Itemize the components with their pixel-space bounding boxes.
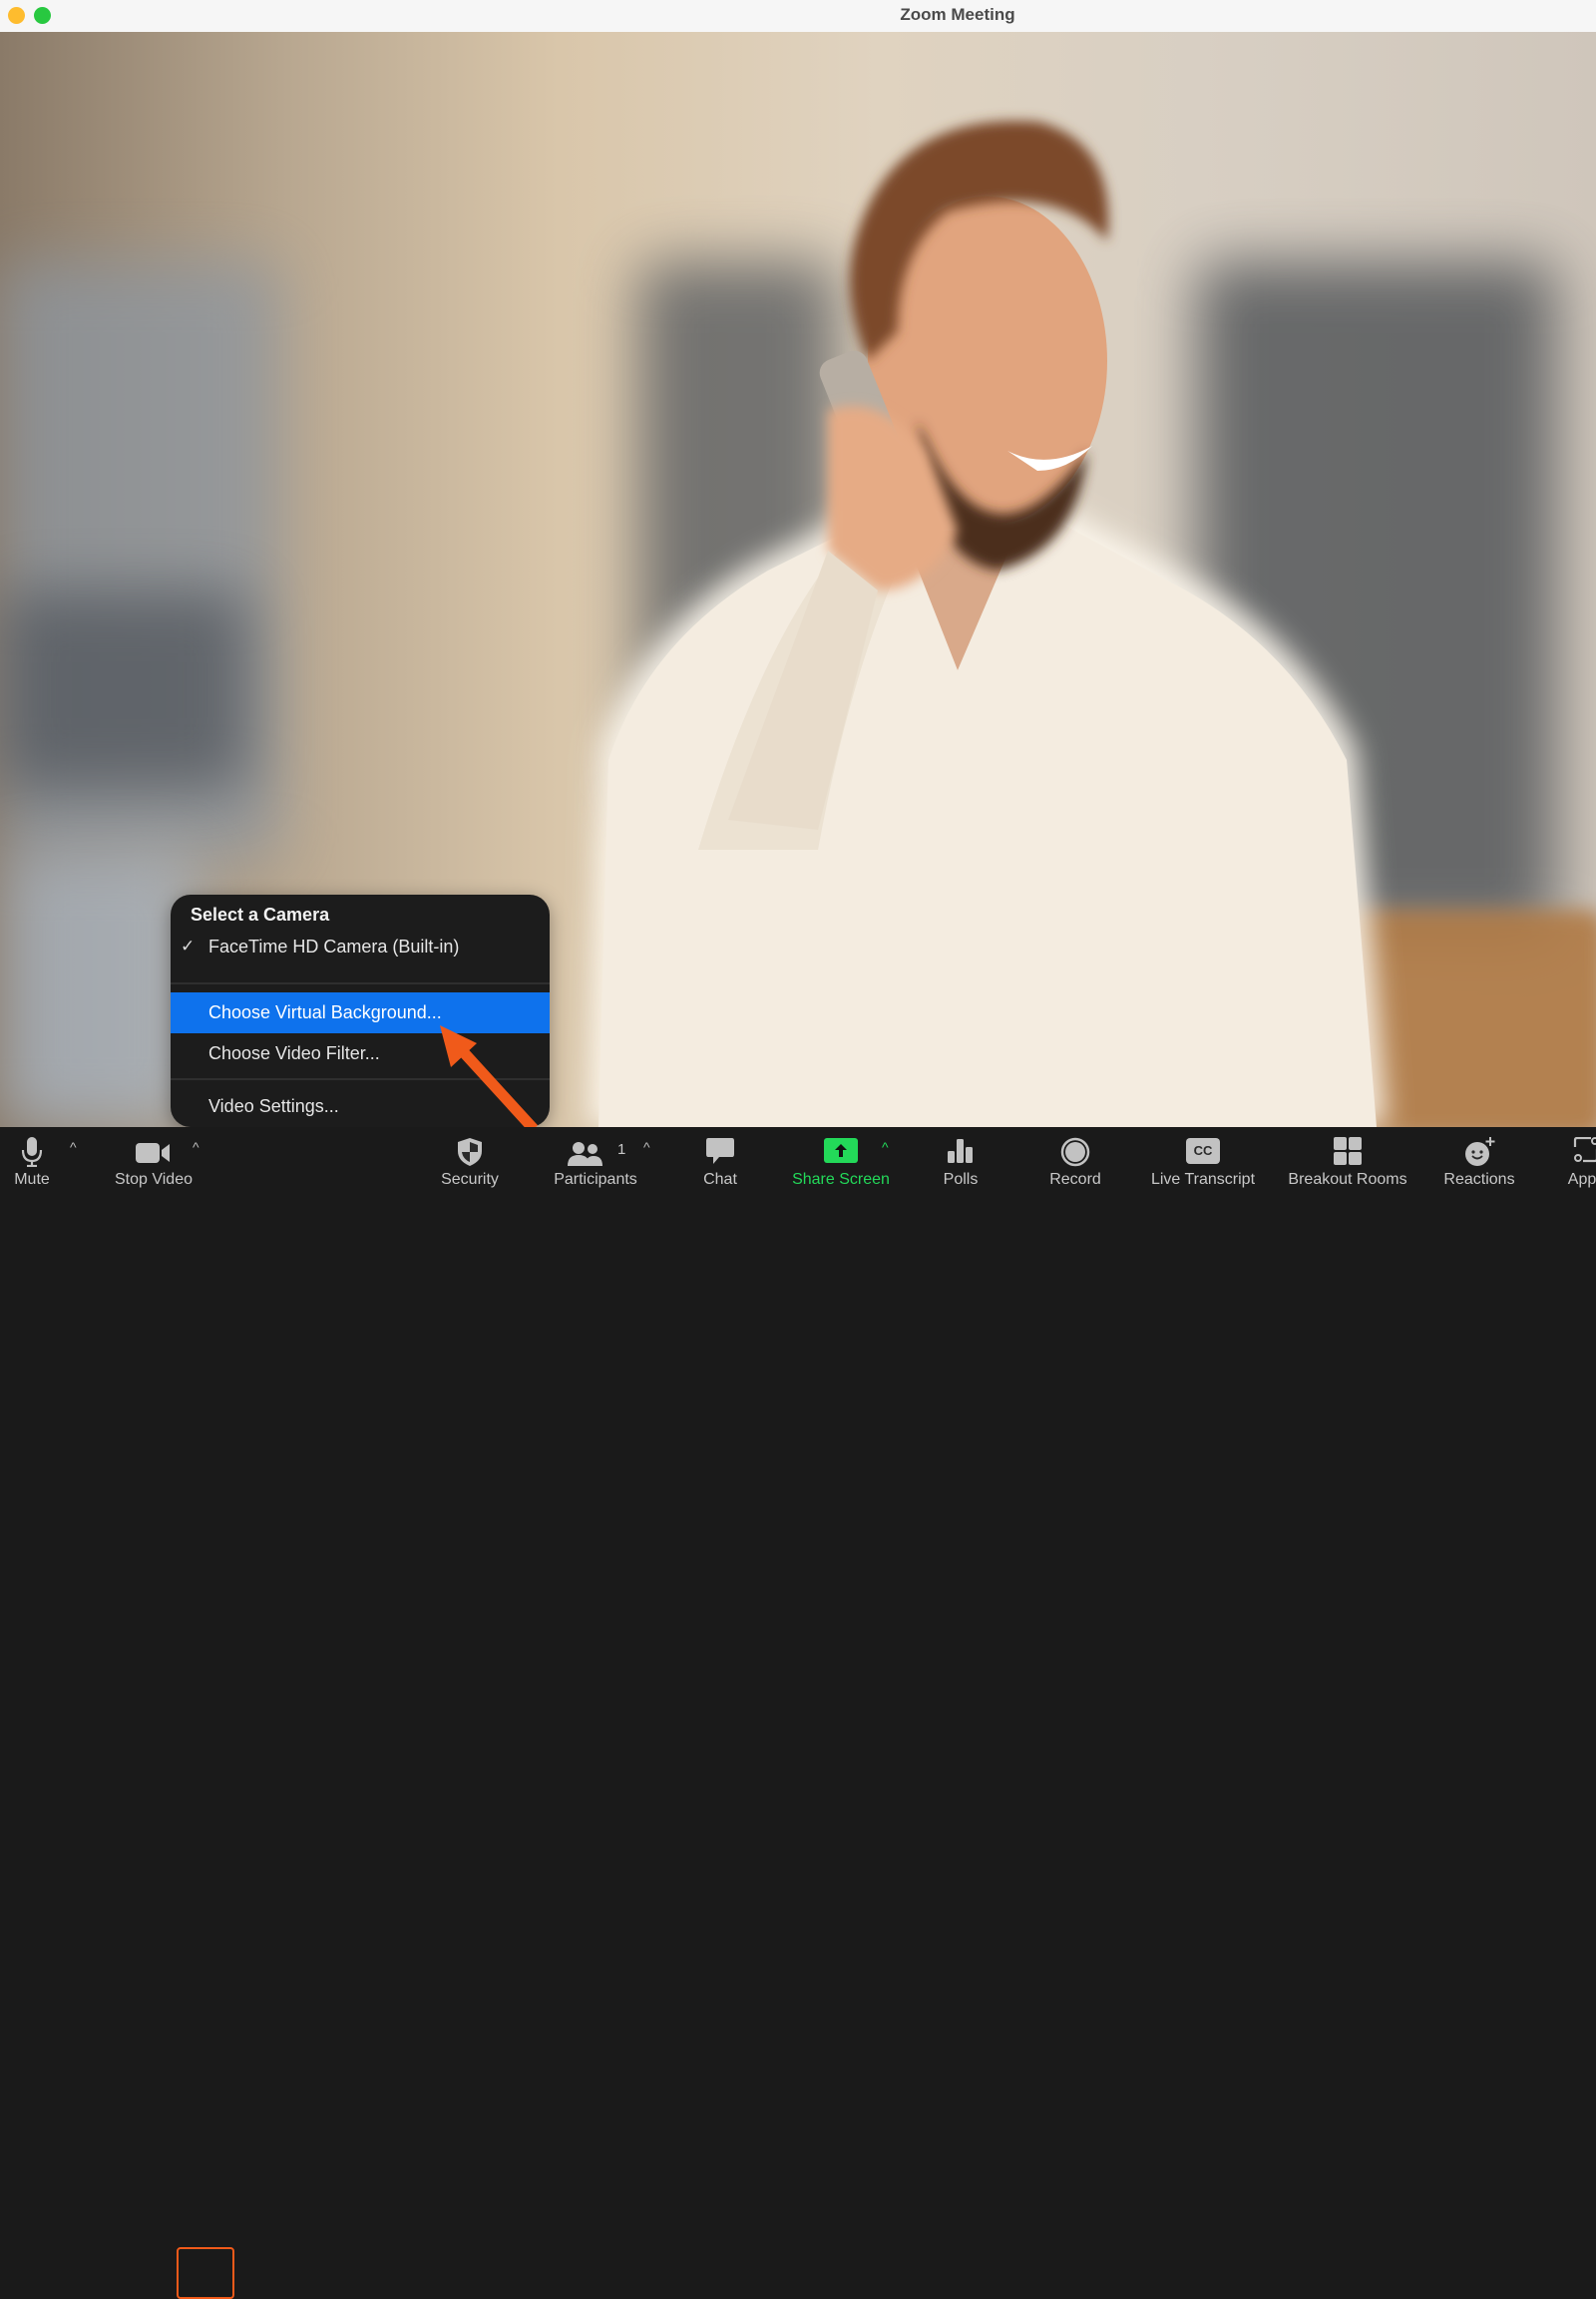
live-transcript-button[interactable]: CC Live Transcript [1143,1127,1263,1197]
chat-bubble-icon [706,1138,734,1164]
stop-video-button[interactable]: Stop Video [104,1127,203,1197]
window-title: Zoom Meeting [900,5,1015,24]
apps-button[interactable]: Apps [1556,1127,1596,1197]
shield-icon [458,1138,482,1166]
microphone-icon [21,1137,43,1167]
title-bar: Zoom Meeting [0,0,1596,33]
record-icon [1060,1137,1090,1167]
bar-chart-icon [948,1139,973,1163]
video-options-chevron[interactable]: ^ [193,1139,200,1155]
annotation-highlight-box [177,2247,234,2299]
share-screen-button[interactable]: Share Screen [786,1127,896,1197]
audio-options-chevron[interactable]: ^ [70,1139,77,1155]
menu-header: Select a Camera [191,905,330,925]
grid-icon [1334,1137,1362,1165]
menu-item-choose-video-filter[interactable]: Choose Video Filter... [171,1033,550,1074]
menu-separator [171,982,550,984]
video-camera-icon [136,1143,170,1163]
chat-button[interactable]: Chat [690,1127,750,1197]
mute-button[interactable]: Mute [2,1127,62,1197]
menu-item-facetime-camera[interactable]: ✓ FaceTime HD Camera (Built-in) [171,927,550,967]
cc-icon: CC [1186,1138,1220,1164]
share-arrow-icon [824,1138,858,1163]
people-icon [568,1142,602,1166]
apps-icon [1573,1137,1596,1163]
smiley-plus-icon [1465,1137,1495,1166]
participants-options-chevron[interactable]: ^ [643,1139,650,1155]
reactions-button[interactable]: Reactions [1439,1127,1519,1197]
checkmark-icon: ✓ [181,937,196,956]
polls-button[interactable]: Polls [931,1127,991,1197]
share-options-chevron[interactable]: ^ [882,1139,889,1155]
camera-menu: Select a Camera ✓ FaceTime HD Camera (Bu… [171,895,550,1127]
security-button[interactable]: Security [430,1127,510,1197]
menu-item-video-settings[interactable]: Video Settings... [171,1086,550,1127]
breakout-rooms-button[interactable]: Breakout Rooms [1283,1127,1412,1197]
menu-item-choose-virtual-background[interactable]: Choose Virtual Background... [171,992,550,1033]
participants-button[interactable]: 1 Participants [546,1127,645,1197]
record-button[interactable]: Record [1040,1127,1110,1197]
menu-separator [171,1078,550,1080]
meeting-toolbar: Mute ^ Stop Video ^ Security 1 Participa… [0,1127,1596,2299]
participant-count: 1 [617,1141,626,1158]
